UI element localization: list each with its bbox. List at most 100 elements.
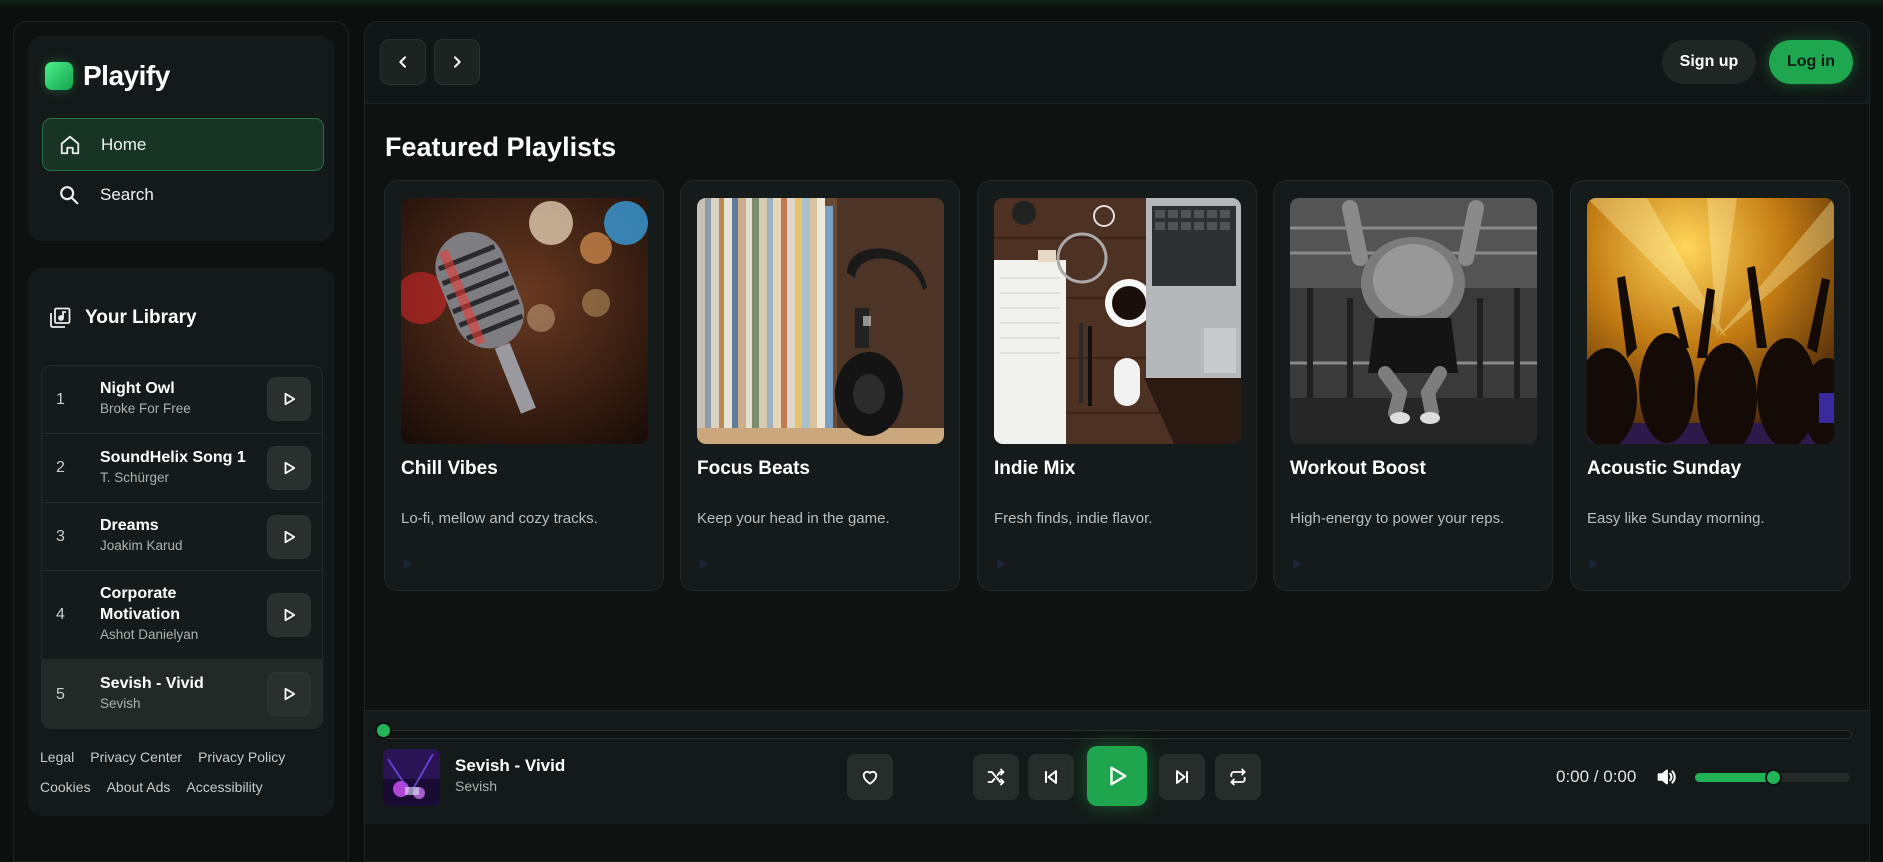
app-name: Playify [83, 60, 170, 91]
volume-handle[interactable] [1764, 769, 1782, 786]
play-icon [996, 556, 1006, 569]
track-play-button[interactable] [267, 672, 311, 716]
track-info: SoundHelix Song 1 T. Schürger [100, 447, 260, 485]
play-icon [1110, 766, 1127, 786]
login-button[interactable]: Log in [1769, 40, 1853, 84]
track-row[interactable]: 2 SoundHelix Song 1 T. Schürger [42, 434, 322, 503]
playlist-cover [994, 198, 1241, 444]
app-logo-icon [45, 62, 73, 90]
playlist-description: Fresh finds, indie flavor. [994, 510, 1153, 527]
track-number: 5 [56, 686, 65, 703]
volume-fill [1695, 773, 1773, 782]
now-playing-cover [383, 749, 440, 806]
nav-item-label: Home [101, 134, 147, 154]
play-icon [403, 556, 413, 569]
volume-icon[interactable] [1655, 766, 1677, 788]
playlist-card[interactable]: Workout Boost High-energy to power your … [1273, 180, 1553, 591]
playlist-title: Chill Vibes [401, 458, 498, 479]
playlist-description: High-energy to power your reps. [1290, 510, 1505, 527]
track-row[interactable]: 3 Dreams Joakim Karud [42, 503, 322, 571]
track-title: Corporate Motivation [100, 585, 180, 623]
search-icon [60, 185, 79, 204]
playlist-cover [697, 198, 944, 444]
home-icon [60, 135, 80, 154]
footer-links: Legal Privacy Center Privacy Policy Cook… [40, 749, 330, 795]
play-icon [284, 461, 296, 475]
playlist-card[interactable]: Acoustic Sunday Easy like Sunday morning… [1570, 180, 1850, 591]
footer-link-accessibility[interactable]: Accessibility [186, 779, 262, 795]
playlist-card[interactable]: Chill Vibes Lo-fi, mellow and cozy track… [384, 180, 664, 591]
footer-link-privacy-center[interactable]: Privacy Center [90, 749, 182, 765]
playlist-title: Focus Beats [697, 458, 810, 479]
back-button[interactable] [380, 39, 426, 85]
library-icon [50, 307, 71, 328]
track-play-button[interactable] [267, 515, 311, 559]
footer-link-privacy-policy[interactable]: Privacy Policy [198, 749, 285, 765]
chevron-left-icon [399, 56, 406, 68]
playlist-cover [401, 198, 648, 444]
track-play-button[interactable] [267, 593, 311, 637]
playlist-title: Workout Boost [1290, 458, 1426, 479]
time-display: 0:00 / 0:00 [1556, 767, 1637, 786]
track-number: 2 [56, 459, 65, 476]
top-glow [0, 0, 1883, 8]
playlist-description: Easy like Sunday morning. [1587, 510, 1765, 527]
sidebar: Playify Home Search Your Library 1 Night… [13, 21, 349, 862]
brand[interactable]: Playify [45, 60, 170, 92]
playlist-card[interactable]: Focus Beats Keep your head in the game. [680, 180, 960, 591]
brand-panel: Playify Home Search [28, 36, 334, 241]
play-icon [699, 556, 709, 569]
playlist-description: Keep your head in the game. [697, 510, 890, 527]
now-playing-artist: Sevish [455, 778, 498, 794]
main-panel: Sign up Log in Featured Playlists Chill … [364, 21, 1870, 862]
track-info: Corporate Motivation Ashot Danielyan [100, 583, 220, 642]
previous-button[interactable] [1028, 754, 1074, 800]
track-title: Night Owl [100, 380, 175, 397]
track-title: Sevish - Vivid [100, 675, 204, 692]
track-row[interactable]: 4 Corporate Motivation Ashot Danielyan [42, 571, 322, 660]
next-button[interactable] [1159, 754, 1205, 800]
track-title: Dreams [100, 517, 159, 534]
track-artist: T. Schürger [100, 470, 170, 485]
section-title: Featured Playlists [385, 132, 617, 162]
now-playing-title: Sevish - Vivid [455, 756, 566, 775]
shuffle-button[interactable] [973, 754, 1019, 800]
playlist-description: Lo-fi, mellow and cozy tracks. [401, 510, 598, 527]
nav-item-home[interactable]: Home [42, 118, 324, 171]
library-title: Your Library [85, 307, 197, 328]
track-play-button[interactable] [267, 446, 311, 490]
track-play-button[interactable] [267, 377, 311, 421]
footer-link-legal[interactable]: Legal [40, 749, 74, 765]
forward-button[interactable] [434, 39, 480, 85]
footer-link-cookies[interactable]: Cookies [40, 779, 91, 795]
track-title: SoundHelix Song 1 [100, 449, 246, 466]
shuffle-icon [987, 768, 1005, 786]
track-number: 4 [56, 606, 65, 623]
track-number: 1 [56, 390, 65, 408]
playlist-cover [1290, 198, 1537, 444]
playlist-card[interactable]: Indie Mix Fresh finds, indie flavor. [977, 180, 1257, 591]
track-info: Sevish - Vivid Sevish [100, 673, 260, 711]
track-artist: Joakim Karud [100, 538, 183, 553]
signup-button[interactable]: Sign up [1662, 40, 1756, 84]
footer-link-about-ads[interactable]: About Ads [107, 779, 171, 795]
player-bar: Sevish - Vivid Sevish 0:00 / 0:00 [365, 710, 1869, 824]
play-icon [284, 608, 296, 622]
nav-item-search[interactable]: Search [42, 168, 324, 221]
library-header[interactable]: Your Library [48, 306, 197, 330]
progress-bar[interactable] [383, 730, 1852, 739]
playlist-title: Acoustic Sunday [1587, 458, 1742, 479]
track-row[interactable]: 1 Night Owl Broke For Free [42, 366, 322, 434]
playlist-cover [1587, 198, 1834, 444]
volume-slider[interactable] [1695, 769, 1850, 786]
play-icon [284, 687, 296, 701]
play-icon [284, 530, 296, 544]
like-button[interactable] [847, 754, 893, 800]
repeat-button[interactable] [1215, 754, 1261, 800]
track-row[interactable]: 5 Sevish - Vivid Sevish [42, 660, 322, 728]
skip-back-icon [1045, 770, 1057, 784]
track-info: Night Owl Broke For Free [100, 378, 260, 416]
play-pause-button[interactable] [1087, 746, 1147, 806]
skip-forward-icon [1176, 770, 1188, 784]
progress-handle[interactable] [375, 722, 392, 739]
